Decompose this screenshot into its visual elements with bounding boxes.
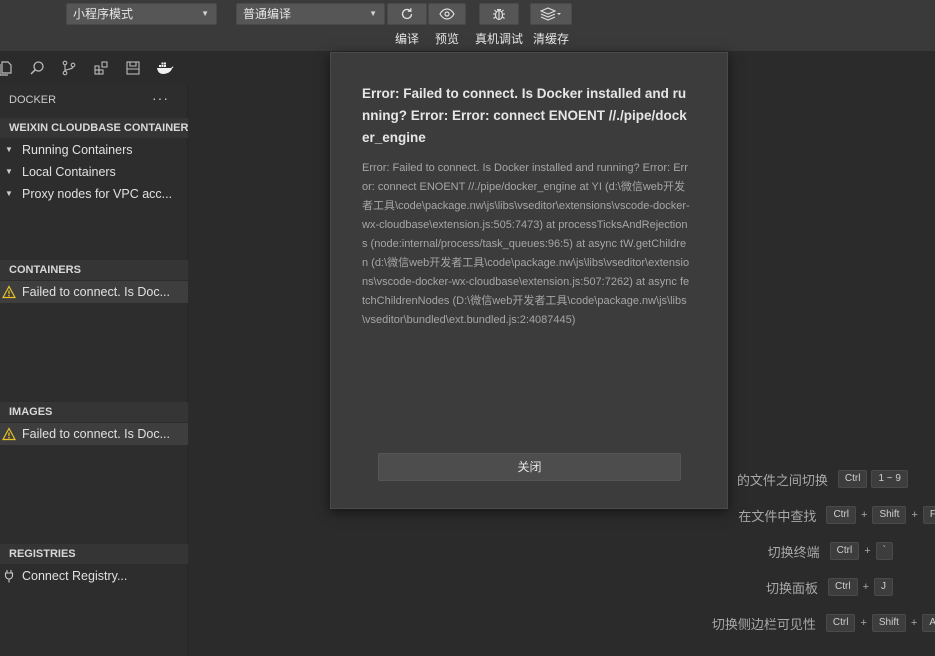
warning-icon [2, 427, 16, 441]
section-containers[interactable]: CONTAINERS [0, 260, 188, 280]
shortcut-toggle-sidebar: 切换侧边栏可见性 Ctrl + Shift + A [712, 614, 935, 632]
preview-button[interactable] [428, 3, 466, 25]
shortcut-switch-files: 的文件之间切换 Ctrl 1 ~ 9 [737, 470, 908, 488]
compile-select[interactable]: 普通编译 ▼ [236, 3, 385, 25]
chevron-down-icon: ▼ [369, 9, 377, 18]
key-cap: Shift [871, 614, 906, 632]
key-cap: Ctrl [829, 542, 860, 560]
tree-item-proxy-nodes[interactable]: ▼ Proxy nodes for VPC acc... [0, 183, 188, 205]
toolbar: 小程序模式 ▼ 普通编译 ▼ 编译 预览 真机调试 清缓存 [0, 0, 935, 52]
more-actions-icon[interactable]: ··· [152, 90, 169, 106]
dialog-message: Error: Failed to connect. Is Docker inst… [362, 162, 690, 326]
mode-select[interactable]: 小程序模式 ▼ [66, 3, 217, 25]
tree-item-label: Connect Registry... [22, 569, 128, 583]
plus-sign: + [910, 617, 918, 629]
section-images[interactable]: IMAGES [0, 402, 188, 422]
tree-item-label: Running Containers [22, 143, 133, 157]
close-button[interactable]: 关闭 [378, 453, 681, 481]
shortcut-label: 切换面板 [765, 580, 818, 596]
key-cap: Ctrl [837, 470, 868, 488]
shortcut-toggle-panel: 切换面板 Ctrl + J [766, 578, 893, 596]
shortcut-toggle-terminal: 切换终端 Ctrl + ` [768, 542, 893, 560]
remote-debug-label: 真机调试 [474, 32, 523, 46]
chevron-down-icon: ▼ [201, 9, 209, 18]
clear-cache-button[interactable] [530, 3, 572, 25]
chevron-down-icon: ▼ [5, 167, 13, 176]
plus-sign: + [864, 545, 871, 557]
eye-icon [439, 8, 455, 20]
search-icon[interactable] [28, 59, 46, 77]
shortcut-label: 切换侧边栏可见性 [711, 616, 816, 632]
refresh-icon [401, 8, 413, 20]
compile-button[interactable] [387, 3, 427, 25]
key-cap: Shift [872, 506, 907, 524]
tree-item-running-containers[interactable]: ▼ Running Containers [0, 139, 188, 161]
docker-icon[interactable] [156, 59, 174, 77]
key-cap: J [874, 578, 893, 596]
plus-sign: + [862, 581, 869, 593]
key-cap: 1 ~ 9 [871, 470, 908, 488]
section-registries[interactable]: REGISTRIES [0, 544, 188, 564]
key-cap: Ctrl [828, 578, 858, 596]
plug-icon [4, 570, 14, 583]
key-cap: A [922, 614, 935, 632]
section-weixin-cloudbase[interactable]: WEIXIN CLOUDBASE CONTAINERS [0, 118, 188, 138]
plus-sign: + [860, 617, 867, 629]
chevron-down-icon: ▼ [5, 189, 13, 198]
preview-label: 预览 [434, 32, 459, 46]
dialog-title: Error: Failed to connect. Is Docker inst… [362, 86, 687, 145]
key-cap: ` [875, 542, 893, 560]
plus-sign: + [911, 509, 918, 521]
tree-item-label: Local Containers [22, 165, 116, 179]
compile-label: 编译 [394, 32, 419, 46]
shortcut-label: 在文件中查找 [738, 508, 817, 524]
shortcut-find-in-files: 在文件中查找 Ctrl + Shift + F [738, 506, 935, 524]
tree-item-label: Proxy nodes for VPC acc... [22, 187, 173, 201]
key-cap: Ctrl [825, 614, 856, 632]
compile-select-value: 普通编译 [243, 7, 292, 21]
plus-sign: + [861, 509, 868, 521]
files-icon[interactable] [0, 59, 15, 77]
sidebar-title: DOCKER [9, 94, 57, 106]
docker-sidebar: DOCKER ··· WEIXIN CLOUDBASE CONTAINERS ▼… [0, 85, 188, 656]
extensions-icon[interactable] [92, 59, 110, 77]
key-cap: Ctrl [826, 506, 856, 524]
images-error-item[interactable]: Failed to connect. Is Doc... [0, 423, 188, 445]
warning-icon [2, 285, 16, 299]
connect-registry-item[interactable]: Connect Registry... [0, 565, 188, 587]
layers-icon [540, 7, 561, 21]
source-control-icon[interactable] [60, 59, 78, 77]
storage-icon[interactable] [124, 59, 142, 77]
shortcut-label: 的文件之间切换 [736, 472, 828, 488]
chevron-down-icon: ▼ [5, 145, 13, 154]
tree-item-label: Failed to connect. Is Doc... [22, 427, 170, 441]
mode-select-value: 小程序模式 [73, 7, 134, 21]
key-cap: F [922, 506, 935, 524]
activity-bar [0, 53, 188, 85]
containers-error-item[interactable]: Failed to connect. Is Doc... [0, 281, 188, 303]
tree-item-label: Failed to connect. Is Doc... [22, 285, 170, 299]
bug-icon [493, 8, 505, 21]
tree-item-local-containers[interactable]: ▼ Local Containers [0, 161, 188, 183]
clear-cache-label: 清缓存 [532, 32, 569, 46]
remote-debug-button[interactable] [479, 3, 519, 25]
shortcut-label: 切换终端 [767, 544, 820, 560]
error-dialog: Error: Failed to connect. Is Docker inst… [330, 52, 728, 509]
